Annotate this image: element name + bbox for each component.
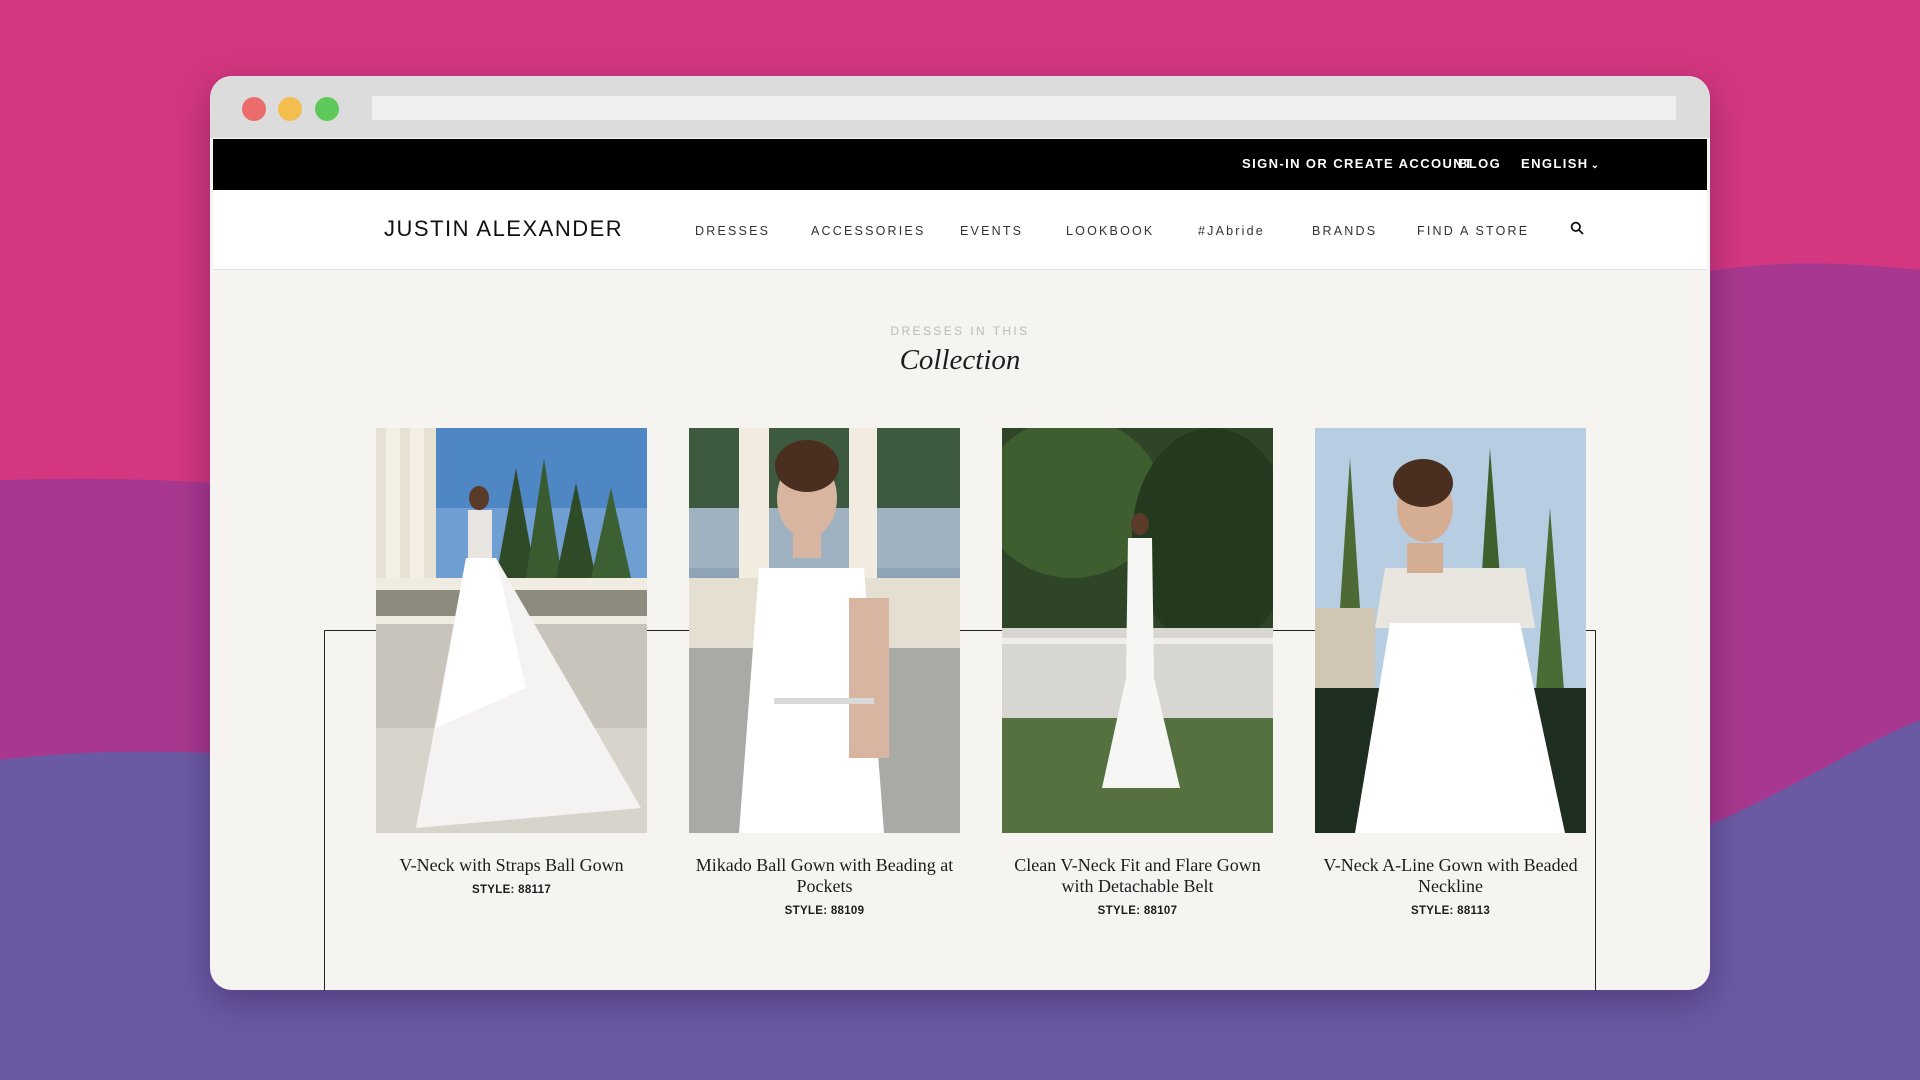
dress-card[interactable]: Clean V-Neck Fit and Flare Gown with Det… (1002, 428, 1273, 917)
nav-item-brands[interactable]: BRANDS (1312, 224, 1377, 238)
dress-style-number: STYLE: 88113 (1410, 905, 1491, 917)
minimize-window-button[interactable] (278, 97, 302, 121)
browser-window: SIGN-IN OR CREATE ACCOUNT BLOG ENGLISH ⌄ … (210, 76, 1710, 990)
section-eyebrow: DRESSES IN THIS (890, 324, 1030, 338)
frame-line-left (324, 630, 325, 990)
dress-image[interactable] (376, 428, 647, 833)
nav-item-accessories[interactable]: ACCESSORIES (811, 224, 926, 238)
maximize-window-button[interactable] (315, 97, 339, 121)
search-icon[interactable] (1570, 221, 1584, 235)
collection-section: DRESSES IN THIS Collection V-Neck with S… (210, 270, 1710, 990)
nav-item-lookbook[interactable]: LOOKBOOK (1066, 224, 1154, 238)
nav-item-events[interactable]: EVENTS (960, 224, 1023, 238)
brand-logo[interactable]: JUSTIN ALEXANDER (384, 216, 623, 242)
main-navigation: JUSTIN ALEXANDER DRESSES ACCESSORIES EVE… (213, 190, 1707, 270)
signin-link[interactable]: SIGN-IN OR CREATE ACCOUNT (1242, 156, 1473, 171)
utility-bar: SIGN-IN OR CREATE ACCOUNT BLOG ENGLISH ⌄ (213, 139, 1707, 190)
dress-style-number: STYLE: 88117 (471, 884, 552, 896)
nav-item-jabride[interactable]: #JAbride (1198, 224, 1265, 238)
nav-item-dresses[interactable]: DRESSES (695, 224, 770, 238)
dress-card[interactable]: Mikado Ball Gown with Beading at Pockets… (689, 428, 960, 917)
dress-card[interactable]: V-Neck with Straps Ball Gown STYLE: 8811… (376, 428, 647, 896)
dress-card[interactable]: V-Neck A-Line Gown with Beaded Neckline … (1315, 428, 1586, 917)
dress-name[interactable]: Mikado Ball Gown with Beading at Pockets (689, 855, 960, 897)
dress-image[interactable] (1315, 428, 1586, 833)
dress-image[interactable] (1002, 428, 1273, 833)
language-selector[interactable]: ENGLISH ⌄ (1521, 156, 1600, 171)
nav-item-find-a-store[interactable]: FIND A STORE (1417, 224, 1529, 238)
dress-name[interactable]: V-Neck with Straps Ball Gown (376, 855, 647, 876)
language-label: ENGLISH (1521, 156, 1589, 171)
browser-chrome (210, 76, 1710, 138)
dress-name[interactable]: V-Neck A-Line Gown with Beaded Neckline (1315, 855, 1586, 897)
section-title: Collection (899, 344, 1021, 376)
close-window-button[interactable] (242, 97, 266, 121)
dress-name[interactable]: Clean V-Neck Fit and Flare Gown with Det… (1002, 855, 1273, 897)
dress-style-number: STYLE: 88107 (1097, 905, 1178, 917)
dress-image[interactable] (689, 428, 960, 833)
address-bar[interactable] (372, 96, 1676, 120)
frame-line-right (1595, 630, 1596, 990)
blog-link[interactable]: BLOG (1458, 156, 1501, 171)
dress-style-number: STYLE: 88109 (784, 905, 865, 917)
chevron-down-icon: ⌄ (1590, 160, 1601, 171)
